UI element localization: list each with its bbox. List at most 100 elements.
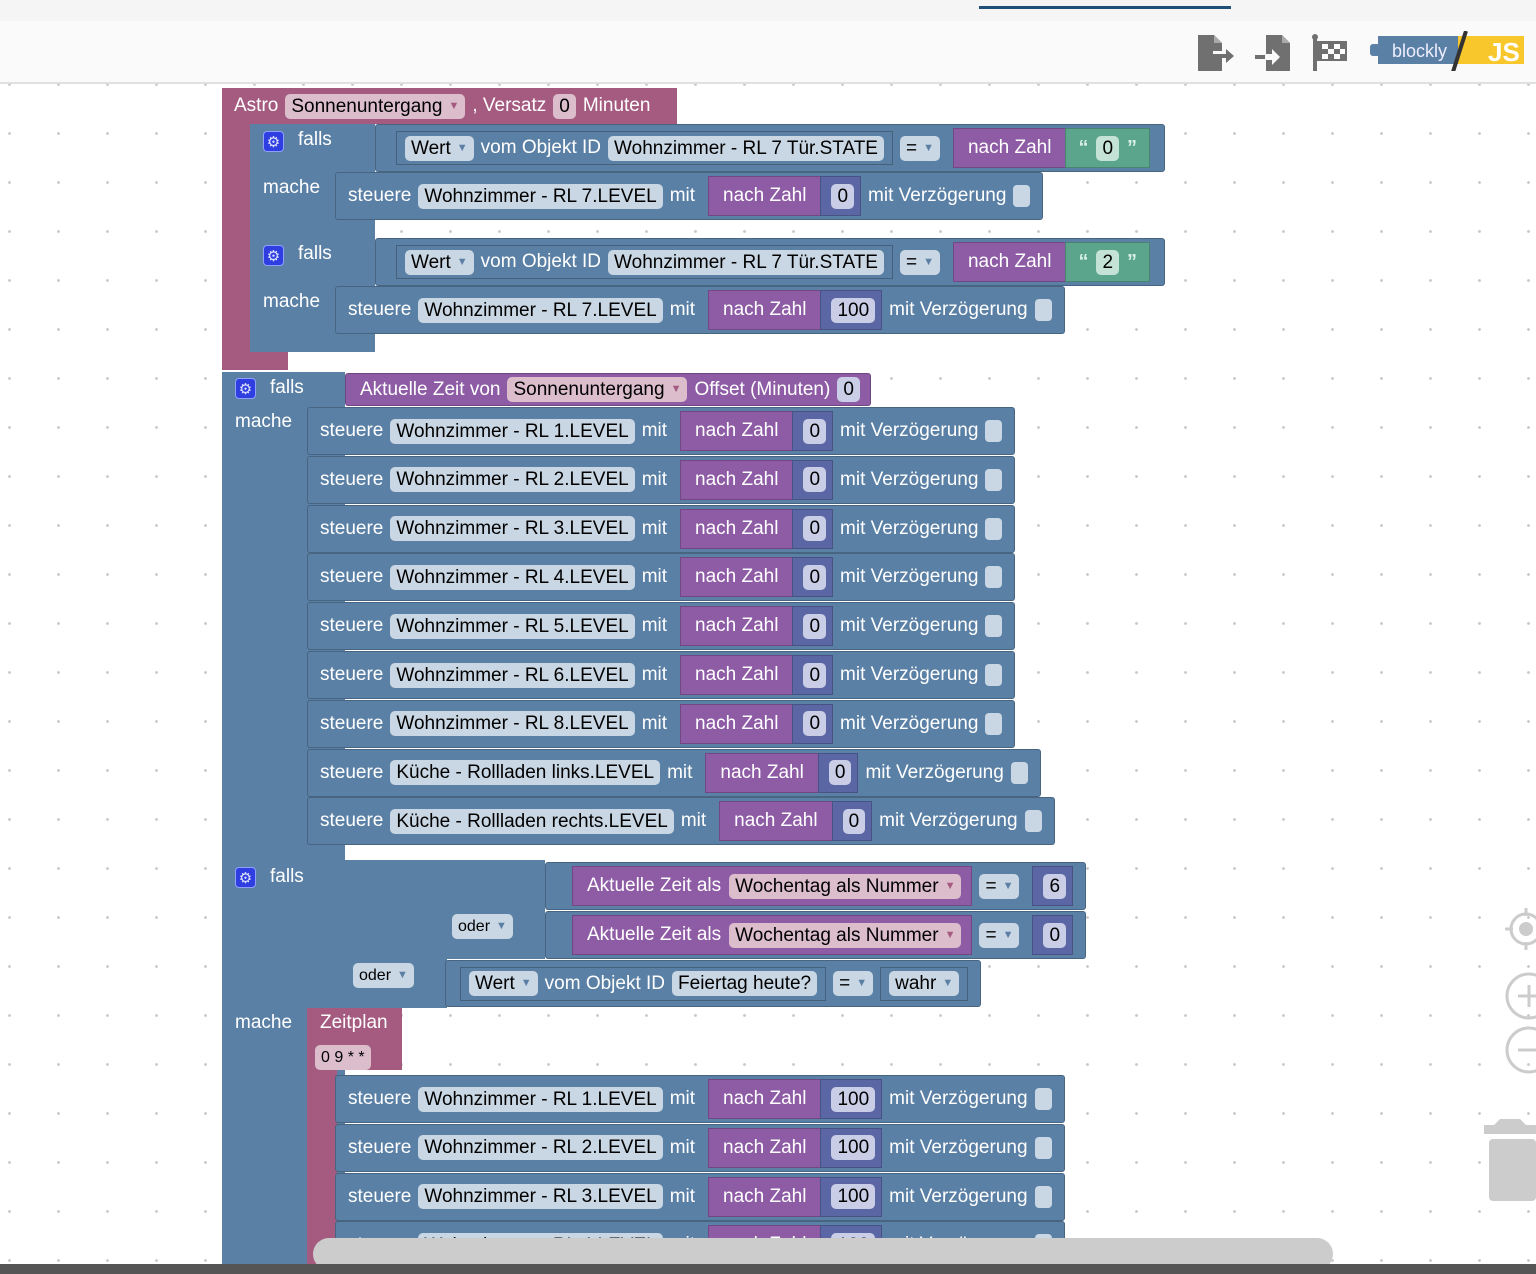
object-id-field[interactable]: Wohnzimmer - RL 2.LEVEL xyxy=(390,467,635,493)
compare-block[interactable]: Aktuelle Zeit als Wochentag als Nummer ▼ = ▼… xyxy=(545,911,1087,959)
operator-dropdown[interactable]: = ▼ xyxy=(899,249,940,275)
mutator-gear-icon[interactable]: ⚙ xyxy=(235,867,256,888)
object-id-field[interactable]: Wohnzimmer - RL 6.LEVEL xyxy=(390,662,635,688)
to-number-block[interactable]: nach Zahl xyxy=(680,411,794,451)
delay-checkbox[interactable] xyxy=(1034,299,1052,321)
delay-checkbox[interactable] xyxy=(1034,1185,1052,1208)
control-block[interactable]: steuere Wohnzimmer - RL 1.LEVEL mit nach Za… xyxy=(307,407,1016,455)
delay-checkbox[interactable] xyxy=(985,664,1003,686)
operator-dropdown[interactable]: = ▼ xyxy=(979,873,1020,899)
current-time-block[interactable]: Aktuelle Zeit von Sonnenuntergang ▼ Offset … xyxy=(345,373,871,406)
delay-checkbox[interactable] xyxy=(985,468,1003,491)
if-block-body[interactable] xyxy=(222,372,308,860)
compare-block[interactable]: Wert ▼ vom Objekt ID Wohnzimmer - RL 7 Tür.… xyxy=(375,124,1166,172)
operator-dropdown[interactable]: = ▼ xyxy=(899,135,940,161)
text-block[interactable]: “ 0 ” xyxy=(1065,128,1151,168)
number-field[interactable]: 0 xyxy=(803,662,827,688)
control-block[interactable]: steuere Wohnzimmer - RL 1.LEVEL mit nach Za… xyxy=(335,1075,1065,1123)
value-type-dropdown[interactable]: Wert ▼ xyxy=(469,971,538,996)
value-type-dropdown[interactable]: Wert ▼ xyxy=(405,249,474,275)
offset-field[interactable]: 0 xyxy=(837,377,860,402)
delay-checkbox[interactable] xyxy=(985,517,1003,540)
object-id-field[interactable]: Wohnzimmer - RL 3.LEVEL xyxy=(390,516,635,542)
get-value-block[interactable]: Wert ▼ vom Objekt ID Feiertag heute? xyxy=(460,966,827,1001)
object-id-field[interactable]: Wohnzimmer - RL 1.LEVEL xyxy=(390,418,635,444)
weekday-block[interactable]: Aktuelle Zeit als Wochentag als Nummer ▼ xyxy=(572,866,973,906)
mutator-gear-icon[interactable]: ⚙ xyxy=(235,378,256,399)
to-number-block[interactable]: nach Zahl xyxy=(680,459,794,500)
control-block[interactable]: steuere Wohnzimmer - RL 4.LEVEL mit nach Za… xyxy=(307,553,1016,602)
to-number-block[interactable]: nach Zahl xyxy=(708,1079,822,1119)
to-number-block[interactable]: nach Zahl xyxy=(680,655,794,695)
number-field[interactable]: 0 xyxy=(842,808,866,834)
or-operator-dropdown[interactable]: oder ▼ xyxy=(452,914,513,939)
number-field[interactable]: 0 xyxy=(803,613,827,639)
to-number-block[interactable]: nach Zahl xyxy=(952,242,1067,282)
object-id-field[interactable]: Wohnzimmer - RL 7 Tür.STATE xyxy=(608,249,884,275)
control-block[interactable]: steuere Wohnzimmer - RL 3.LEVEL mit nach Za… xyxy=(335,1172,1065,1221)
astro-block-bottom[interactable] xyxy=(222,350,288,370)
to-number-block[interactable]: nach Zahl xyxy=(680,703,794,744)
to-number-block[interactable]: nach Zahl xyxy=(719,801,833,842)
number-field[interactable]: 0 xyxy=(803,467,827,493)
object-id-field[interactable]: Wohnzimmer - RL 7 Tür.STATE xyxy=(608,135,884,161)
number-block[interactable]: 0 xyxy=(817,752,859,793)
flag-icon[interactable] xyxy=(1310,33,1350,73)
object-id-field[interactable]: Wohnzimmer - RL 5.LEVEL xyxy=(390,613,635,639)
trash-icon[interactable] xyxy=(1484,1115,1536,1205)
control-block[interactable]: steuere Wohnzimmer - RL 7.LEVEL mit nach Za… xyxy=(335,286,1065,334)
number-field[interactable]: 0 xyxy=(1043,922,1067,948)
control-block[interactable]: steuere Wohnzimmer - RL 7.LEVEL mit nach Za… xyxy=(335,172,1044,220)
import-icon[interactable] xyxy=(1253,33,1293,73)
number-field[interactable]: 100 xyxy=(831,1184,876,1210)
to-number-block[interactable]: nach Zahl xyxy=(680,557,794,598)
number-block[interactable]: 100 xyxy=(820,1176,883,1217)
operator-dropdown[interactable]: = ▼ xyxy=(833,971,874,996)
to-number-block[interactable]: nach Zahl xyxy=(708,1176,822,1217)
time-format-dropdown[interactable]: Wochentag als Nummer ▼ xyxy=(729,922,962,948)
to-number-block[interactable]: nach Zahl xyxy=(708,176,822,216)
control-block[interactable]: steuere Wohnzimmer - RL 3.LEVEL mit nach Za… xyxy=(307,504,1016,553)
object-id-field[interactable]: Küche - Rollladen links.LEVEL xyxy=(390,760,661,786)
operator-dropdown[interactable]: = ▼ xyxy=(979,922,1020,948)
delay-checkbox[interactable] xyxy=(1034,1088,1052,1110)
number-block[interactable]: 0 xyxy=(792,508,834,549)
compare-block[interactable]: Wert ▼ vom Objekt ID Feiertag heute? = ▼ wahr ▼ xyxy=(445,960,982,1007)
text-field[interactable]: 0 xyxy=(1096,135,1120,161)
compare-block[interactable]: Aktuelle Zeit als Wochentag als Nummer ▼ = ▼… xyxy=(545,862,1087,910)
object-id-field[interactable]: Wohnzimmer - RL 7.LEVEL xyxy=(418,297,663,323)
number-block[interactable]: 0 xyxy=(792,703,834,744)
number-block[interactable]: 0 xyxy=(792,606,834,647)
mutator-gear-icon[interactable]: ⚙ xyxy=(263,131,284,152)
zoom-out-icon[interactable] xyxy=(1504,1024,1536,1076)
to-number-block[interactable]: nach Zahl xyxy=(708,290,822,330)
number-field[interactable]: 0 xyxy=(803,516,827,542)
boolean-dropdown[interactable]: wahr ▼ xyxy=(889,971,960,996)
number-field[interactable]: 100 xyxy=(831,297,876,323)
control-block[interactable]: steuere Wohnzimmer - RL 5.LEVEL mit nach Za… xyxy=(307,602,1016,651)
delay-checkbox[interactable] xyxy=(985,566,1003,589)
cron-field[interactable]: 0 9 * * xyxy=(315,1045,371,1070)
control-block[interactable]: steuere Wohnzimmer - RL 2.LEVEL mit nach Za… xyxy=(335,1123,1065,1172)
object-id-field[interactable]: Wohnzimmer - RL 8.LEVEL xyxy=(390,711,635,737)
astro-block-body[interactable] xyxy=(222,120,252,370)
export-icon[interactable] xyxy=(1195,33,1235,73)
number-field[interactable]: 0 xyxy=(803,564,827,590)
object-id-field[interactable]: Küche - Rollladen rechts.LEVEL xyxy=(390,808,674,834)
object-id-field[interactable]: Wohnzimmer - RL 2.LEVEL xyxy=(418,1135,663,1161)
number-block[interactable]: 0 xyxy=(792,557,834,598)
to-number-block[interactable]: nach Zahl xyxy=(680,508,794,549)
recenter-icon[interactable] xyxy=(1504,906,1536,952)
mutator-gear-icon[interactable]: ⚙ xyxy=(263,245,284,266)
control-block[interactable]: steuere Wohnzimmer - RL 8.LEVEL mit nach Za… xyxy=(307,699,1016,748)
number-field[interactable]: 100 xyxy=(831,1086,876,1112)
boolean-block[interactable]: wahr ▼ xyxy=(880,966,969,1001)
blockly-js-logo[interactable]: blockly JS xyxy=(1370,31,1524,71)
get-value-block[interactable]: Wert ▼ vom Objekt ID Wohnzimmer - RL 7 Tür.… xyxy=(396,245,893,279)
zoom-in-icon[interactable] xyxy=(1504,971,1536,1021)
control-block[interactable]: steuere Küche - Rollladen rechts.LEVEL mit… xyxy=(307,797,1055,846)
number-field[interactable]: 0 xyxy=(831,183,855,209)
text-block[interactable]: “ 2 ” xyxy=(1065,242,1151,282)
number-block[interactable]: 0 xyxy=(792,411,834,451)
compare-block[interactable]: Wert ▼ vom Objekt ID Wohnzimmer - RL 7 Tür.… xyxy=(375,238,1166,286)
